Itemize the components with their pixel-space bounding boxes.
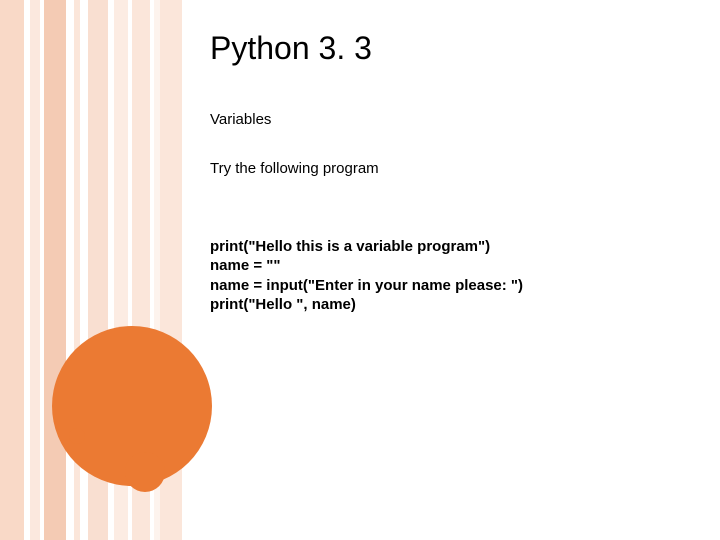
code-line: print("Hello ", name): [210, 296, 356, 313]
slide: Python 3. 3 Variables Try the following …: [0, 0, 720, 540]
code-line: print("Hello this is a variable program"…: [210, 238, 490, 255]
decor-circle-medium: [125, 452, 165, 492]
subtitle: Variables: [210, 111, 680, 128]
decor-circle-small: [69, 428, 85, 444]
decor-stripe: [0, 0, 24, 540]
content-area: Python 3. 3 Variables Try the following …: [210, 30, 680, 334]
decor-stripe: [30, 0, 40, 540]
decor-stripe: [44, 0, 66, 540]
page-title: Python 3. 3: [210, 30, 680, 67]
code-block: print("Hello this is a variable program"…: [210, 217, 680, 334]
instruction-text: Try the following program: [210, 160, 680, 177]
code-line: name = input("Enter in your name please:…: [210, 277, 523, 294]
code-line: name = "": [210, 257, 281, 274]
